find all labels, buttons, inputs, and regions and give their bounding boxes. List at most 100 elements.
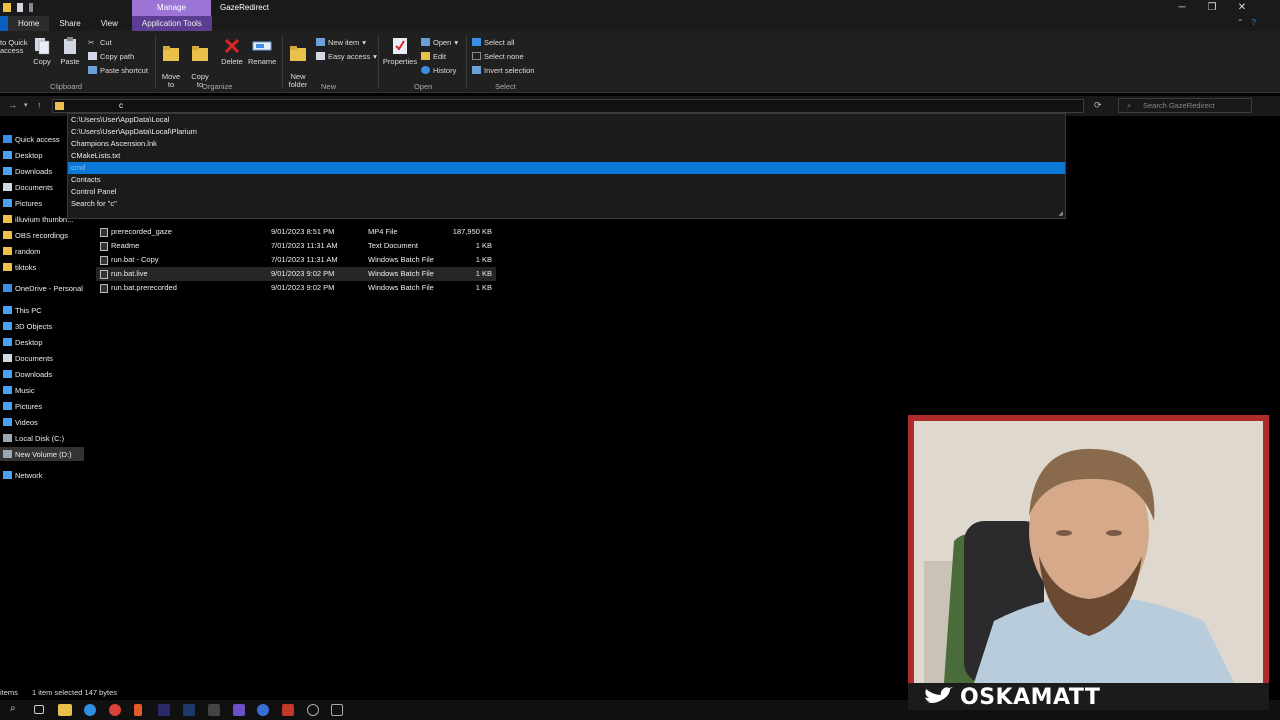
properties-quick-icon[interactable] [17, 3, 23, 12]
file-row[interactable]: run.bat.live 9/01/2023 9:02 PM Windows Bat… [96, 267, 496, 281]
picture-icon [3, 402, 12, 410]
invert-selection-label: Invert selection [484, 65, 535, 75]
select-none-button[interactable]: Select none [472, 50, 524, 62]
new-item-button[interactable]: New item ▾ [316, 36, 366, 48]
app-icon[interactable] [3, 3, 11, 12]
paste-button[interactable]: Paste [59, 37, 81, 66]
address-input[interactable]: c [52, 99, 1084, 113]
autocomplete-item[interactable]: C:\Users\User\AppData\Local [68, 114, 1065, 126]
sidebar-item[interactable]: tiktoks [0, 260, 84, 274]
chrome-icon[interactable] [109, 704, 121, 716]
history-label: History [433, 65, 457, 75]
copy-path-button[interactable]: Copy path [88, 50, 134, 62]
sidebar-item-label: Documents [15, 182, 53, 192]
rename-button[interactable]: Rename [248, 37, 276, 66]
file-row[interactable]: Readme 7/01/2023 11:31 AM Text Document 1 K… [96, 239, 496, 253]
sidebar-item[interactable]: 3D Objects [0, 319, 84, 333]
sidebar-item-label: Downloads [15, 369, 53, 379]
autocomplete-item[interactable]: cmd [68, 162, 1065, 174]
sidebar-item-label: Network [15, 470, 43, 480]
sidebar-item[interactable]: Videos [0, 415, 84, 429]
file-row[interactable]: prerecorded_gaze 9/01/2023 8:51 PM MP4 Fil… [96, 225, 496, 239]
premiere-icon[interactable] [158, 704, 170, 716]
vscode-icon[interactable] [233, 704, 245, 716]
move-to-button[interactable]: Move to [160, 37, 182, 89]
autocomplete-item[interactable]: CMakeLists.txt [68, 150, 1065, 162]
sidebar-item[interactable]: Local Disk (C:) [0, 431, 84, 445]
obs-icon[interactable] [257, 704, 269, 716]
recorder-icon[interactable] [282, 704, 294, 716]
minimize-button[interactable]: ─ [1168, 0, 1196, 16]
app-icon[interactable] [208, 704, 220, 716]
file-row[interactable]: run.bat - Copy 7/01/2023 11:31 AM Windows … [96, 253, 496, 267]
recent-locations-icon[interactable]: ▾ [24, 101, 28, 109]
delete-button[interactable]: Delete [220, 37, 244, 66]
tab-file[interactable] [0, 16, 8, 31]
refresh-icon[interactable]: ⟳ [1094, 100, 1102, 111]
sidebar-item[interactable]: New Volume (D:) [0, 447, 84, 461]
tab-home[interactable]: Home [8, 16, 50, 31]
tab-manage[interactable]: Manage [132, 0, 211, 16]
collapse-ribbon-icon[interactable]: ⌃ [1237, 18, 1244, 27]
settings-gear-icon[interactable] [307, 704, 319, 716]
autocomplete-item[interactable]: C:\Users\User\AppData\Local\Plarium [68, 126, 1065, 138]
edge-icon[interactable] [84, 704, 96, 716]
autocomplete-item[interactable]: Champions Ascension.lnk [68, 138, 1065, 150]
picture-icon [3, 199, 12, 207]
autocomplete-item[interactable]: Control Panel [68, 186, 1065, 198]
resize-grip-icon[interactable]: ◢ [1058, 210, 1063, 217]
file-date: 7/01/2023 11:31 AM [271, 241, 338, 250]
file-type: Windows Batch File [368, 283, 434, 292]
tab-application-tools[interactable]: Application Tools [131, 16, 212, 31]
forward-arrow-icon[interactable]: → [8, 100, 17, 110]
properties-button[interactable]: Properties [382, 37, 418, 66]
sidebar-item[interactable]: Pictures [0, 399, 84, 413]
copy-button[interactable]: Copy [32, 37, 52, 66]
sidebar-item-label: Pictures [15, 401, 43, 411]
sidebar-item[interactable]: random [0, 244, 84, 258]
paste-shortcut-button[interactable]: Paste shortcut [88, 64, 148, 76]
easy-access-button[interactable]: Easy access ▾ [316, 50, 377, 62]
invert-selection-button[interactable]: Invert selection [472, 64, 534, 76]
file-type: Text Document [368, 241, 419, 250]
cut-button[interactable]: ✂ Cut [88, 36, 112, 48]
help-icon[interactable]: ? [1252, 18, 1256, 27]
sidebar-item[interactable]: Desktop [0, 335, 84, 349]
sidebar-item[interactable]: This PC [0, 303, 84, 317]
sidebar-item[interactable]: Downloads [0, 367, 84, 381]
select-all-icon [472, 38, 481, 46]
sidebar-item[interactable]: OneDrive - Personal [0, 281, 84, 295]
autocomplete-item[interactable]: Contacts [68, 174, 1065, 186]
edit-button[interactable]: Edit [421, 50, 446, 62]
sidebar-item[interactable]: Documents [0, 351, 84, 365]
sidebar-item[interactable]: Music [0, 383, 84, 397]
task-view-icon[interactable] [34, 705, 44, 714]
search-icon[interactable]: ⌕ [10, 703, 22, 715]
file-row[interactable]: run.bat.prerecorded 9/01/2023 9:02 PM Wind… [96, 281, 496, 295]
tab-share[interactable]: Share [49, 16, 90, 31]
select-all-button[interactable]: Select all [472, 36, 514, 48]
up-arrow-icon[interactable]: ↑ [37, 100, 42, 110]
file-size: 1 KB [475, 269, 492, 278]
maximize-button[interactable]: ❐ [1198, 0, 1226, 16]
group-organize-label: Organize [202, 82, 233, 91]
brave-icon[interactable] [134, 704, 142, 716]
close-button[interactable]: ✕ [1228, 0, 1256, 16]
history-button[interactable]: History [421, 64, 456, 76]
autocomplete-item[interactable]: Search for "c" [68, 198, 1065, 210]
address-text: c [119, 101, 123, 110]
photoshop-icon[interactable] [183, 704, 195, 716]
search-input[interactable]: ⌕ Search GazeRedirect [1118, 98, 1252, 113]
sidebar-item[interactable]: Network [0, 468, 84, 482]
sidebar-item-label: Documents [15, 353, 53, 363]
folder-icon [55, 102, 64, 110]
terminal-icon[interactable] [331, 704, 343, 716]
sidebar-item[interactable]: OBS recordings [0, 228, 84, 242]
customize-quick-icon[interactable] [29, 3, 33, 12]
pin-quick-access-button[interactable]: to Quick access [0, 39, 28, 55]
tab-view[interactable]: View [91, 16, 128, 31]
easy-access-icon [316, 52, 325, 60]
new-folder-button[interactable]: New folder [286, 37, 310, 89]
open-button[interactable]: Open ▾ [421, 36, 458, 48]
file-explorer-icon[interactable] [58, 704, 72, 716]
